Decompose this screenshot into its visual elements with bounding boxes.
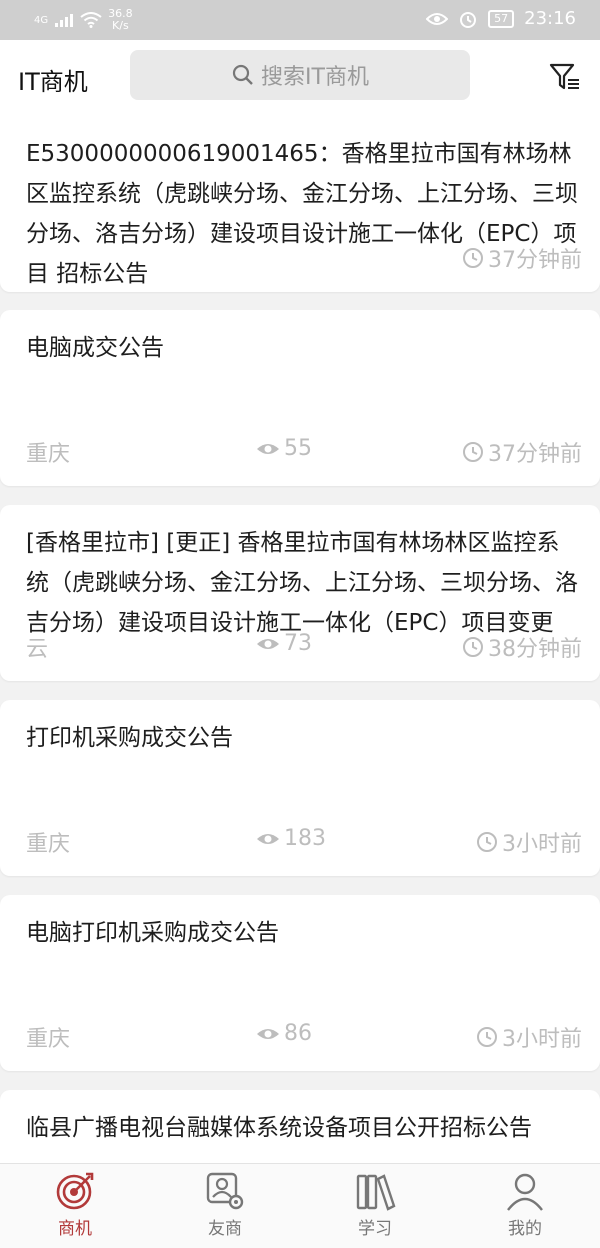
list-item[interactable]: 电脑成交公告 重庆 55 37分钟前	[0, 310, 600, 486]
nav-item-learning[interactable]: 学习	[300, 1164, 450, 1248]
item-meta: 37分钟前	[26, 242, 582, 274]
battery-indicator: 57	[488, 9, 515, 28]
nav-label: 友商	[208, 1219, 242, 1239]
item-meta: 重庆 86 3小时前	[26, 1021, 582, 1053]
contact-settings-icon	[206, 1172, 244, 1210]
item-time-text: 37分钟前	[488, 442, 582, 467]
list-item[interactable]: [香格里拉市] [更正] 香格里拉市国有林场林区监控系统（虎跳峡分场、金江分场、…	[0, 505, 600, 681]
eye-comfort-icon	[426, 12, 449, 25]
item-time-text: 37分钟前	[488, 248, 582, 273]
item-time: 3小时前	[476, 826, 582, 858]
item-title: 电脑成交公告	[26, 335, 164, 361]
item-meta: 重庆 55 37分钟前	[26, 436, 582, 468]
clock-icon	[463, 637, 483, 657]
item-views-count: 55	[284, 436, 312, 461]
list-item[interactable]: E5300000000619001465：香格里拉市国有林场林区监控系统（虎跳峡…	[0, 116, 600, 292]
clock: 23:16	[524, 8, 576, 29]
nav-item-opportunities[interactable]: 商机	[0, 1164, 150, 1248]
status-left: 4G 36.8 K/s	[34, 8, 133, 32]
opportunity-list: E5300000000619001465：香格里拉市国有林场林区监控系统（虎跳峡…	[0, 116, 600, 1163]
item-views: 73	[256, 631, 312, 656]
item-views-count: 73	[284, 631, 312, 656]
item-title: 电脑打印机采购成交公告	[26, 920, 279, 946]
item-time: 37分钟前	[462, 242, 582, 274]
nav-item-peers[interactable]: 友商	[150, 1164, 300, 1248]
item-time: 38分钟前	[462, 631, 582, 663]
item-title: 临县广播电视台融媒体系统设备项目公开招标公告	[26, 1115, 532, 1141]
item-region: 重庆	[26, 1027, 71, 1052]
item-time-text: 3小时前	[502, 1027, 582, 1052]
eye-icon	[257, 833, 279, 844]
eye-icon	[257, 638, 279, 649]
clock-icon	[477, 1027, 497, 1047]
signal-indicator: 4G	[34, 14, 49, 26]
signal-icon	[55, 14, 74, 27]
app-header: IT商机 搜索IT商机	[0, 40, 600, 117]
nav-label: 我的	[508, 1219, 542, 1239]
target-icon	[56, 1172, 94, 1210]
item-time: 3小时前	[476, 1021, 582, 1053]
alarm-icon	[460, 11, 477, 28]
item-views: 86	[256, 1021, 312, 1046]
item-meta: 云 73 38分钟前	[26, 631, 582, 663]
clock-icon	[463, 248, 483, 268]
search-icon	[232, 64, 253, 85]
clock-icon	[463, 442, 483, 462]
nav-label: 学习	[358, 1219, 392, 1239]
net-speed: 36.8 K/s	[108, 7, 133, 32]
search-placeholder: 搜索IT商机	[261, 65, 369, 90]
filter-icon[interactable]	[548, 60, 582, 94]
item-views: 183	[256, 826, 326, 851]
item-views: 55	[256, 436, 312, 461]
item-time-text: 38分钟前	[488, 637, 582, 662]
wifi-icon	[80, 12, 102, 28]
item-views-count: 86	[284, 1021, 312, 1046]
eye-icon	[257, 1028, 279, 1039]
search-bar[interactable]: 搜索IT商机	[130, 50, 470, 100]
bottom-navigation: 商机 友商 学习 我的	[0, 1163, 600, 1248]
nav-item-profile[interactable]: 我的	[450, 1164, 600, 1248]
page-title: IT商机	[18, 68, 88, 96]
eye-icon	[257, 443, 279, 454]
item-time-text: 3小时前	[502, 832, 582, 857]
item-region: 重庆	[26, 442, 71, 467]
item-meta: 重庆 183 3小时前	[26, 826, 582, 858]
clock-icon	[477, 832, 497, 852]
item-views-count: 183	[284, 826, 326, 851]
status-bar: 4G 36.8 K/s 57 23:16	[0, 0, 600, 40]
item-region: 云	[26, 637, 49, 662]
item-region: 重庆	[26, 832, 71, 857]
status-right: 57 23:16	[426, 8, 576, 29]
person-icon	[507, 1173, 543, 1211]
item-time: 37分钟前	[462, 436, 582, 468]
list-item[interactable]: 打印机采购成交公告 重庆 183 3小时前	[0, 700, 600, 876]
nav-label: 商机	[58, 1219, 92, 1239]
list-item[interactable]: 电脑打印机采购成交公告 重庆 86 3小时前	[0, 895, 600, 1071]
item-title: [香格里拉市] [更正] 香格里拉市国有林场林区监控系统（虎跳峡分场、金江分场、…	[26, 530, 578, 636]
item-title: 打印机采购成交公告	[26, 725, 233, 751]
books-icon	[356, 1174, 396, 1211]
list-item[interactable]: 临县广播电视台融媒体系统设备项目公开招标公告	[0, 1090, 600, 1163]
